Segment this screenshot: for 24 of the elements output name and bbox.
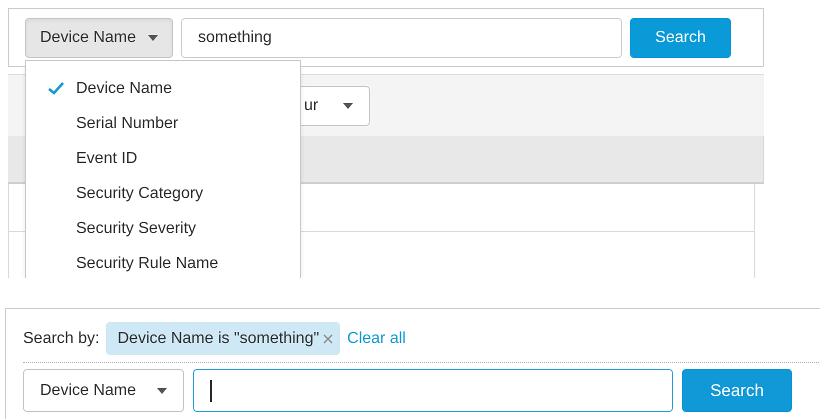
checkmark-icon [48,82,64,95]
menu-item-label: Event ID [76,148,138,168]
menu-item[interactable]: Serial Number [26,106,300,141]
caret-icon [157,388,167,394]
menu-item-label: Security Rule Name [76,254,218,274]
field-select[interactable]: Device Name [23,369,184,412]
search-field[interactable]: something [181,18,622,58]
menu-item[interactable]: Security Rule Name [26,246,300,278]
search-by-label: Search by: [23,328,100,348]
filter-chip: Device Name is "something" [106,322,340,355]
menu-item[interactable]: Security Category [26,176,300,211]
field-select[interactable]: Device Name [25,18,173,58]
menu-item[interactable]: Event ID [26,141,300,176]
search-field[interactable] [193,369,673,412]
menu-item-label: Device Name [76,78,172,98]
menu-item[interactable]: Security Severity [26,211,300,246]
menu-item-label: Serial Number [76,114,178,134]
text-cursor [210,380,212,402]
menu-item[interactable]: Device Name [26,71,300,106]
menu-item-label: Security Category [76,184,204,204]
close-icon[interactable] [323,334,334,344]
caret-icon [148,34,158,40]
menu-item-label: Security Severity [76,218,196,238]
caret-icon [343,102,353,108]
